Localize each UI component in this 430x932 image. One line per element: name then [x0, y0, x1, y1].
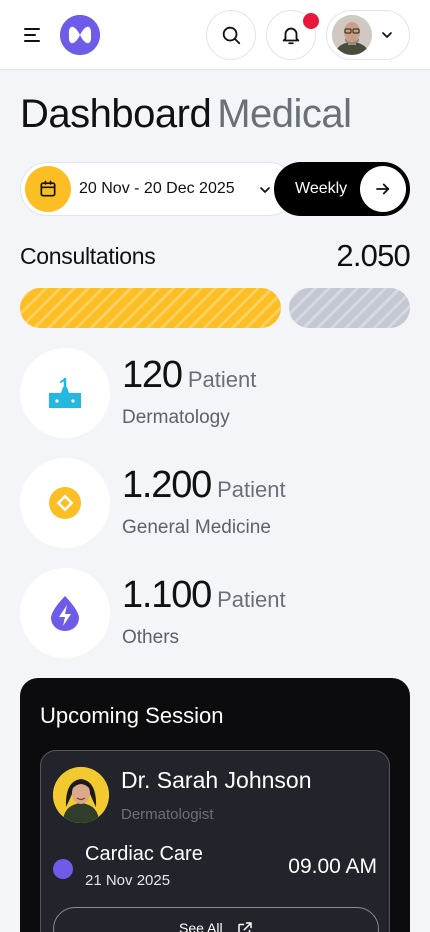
bell-icon [282, 27, 300, 45]
hamburger-menu-icon[interactable] [22, 24, 42, 44]
stat-value-number: 1.200 [122, 464, 212, 506]
date-range-label: 20 Nov - 20 Dec 2025 [79, 180, 235, 197]
profile-menu[interactable] [326, 10, 410, 60]
period-label: Weekly [295, 180, 348, 197]
stat-general-medicine[interactable]: 1.200 Patient General Medicine [20, 458, 410, 548]
period-selector[interactable]: Weekly [274, 162, 410, 216]
page-title-primary: Dashboard [20, 92, 212, 136]
lightning-drop-icon [20, 568, 110, 658]
notification-badge [301, 11, 321, 31]
stat-dermatology[interactable]: 120 Patient Dermatology [20, 348, 410, 438]
upcoming-session-title: Upcoming Session [40, 703, 224, 728]
skin-care-icon [20, 348, 110, 438]
stat-value-number: 120 [122, 354, 183, 396]
notification-button[interactable] [266, 10, 321, 60]
see-all-label: See All [179, 920, 223, 932]
page-title: Dashboard Medical [20, 92, 352, 137]
search-icon [222, 26, 241, 45]
page-title-secondary: Medical [217, 92, 352, 136]
progress-fill [20, 288, 281, 328]
consultations-value: 2.050 [336, 238, 410, 273]
upcoming-session-panel: Upcoming Session Dr. Sarah Johnson Derma… [20, 678, 410, 932]
consultations-progress-bar [20, 288, 410, 328]
consultations-label: Consultations [20, 243, 156, 269]
session-status-dot [53, 859, 73, 879]
calendar-icon [25, 166, 71, 212]
doctor-name: Dr. Sarah Johnson [121, 767, 312, 793]
stat-unit: Patient [217, 587, 286, 612]
diamond-badge-icon [20, 458, 110, 548]
stat-name: Others [122, 627, 180, 648]
stat-name: Dermatology [122, 407, 230, 428]
progress-remaining [289, 288, 410, 328]
session-time: 09.00 AM [288, 855, 377, 878]
app-logo-icon[interactable] [60, 15, 100, 55]
doctor-avatar [53, 767, 109, 823]
session-card[interactable]: Dr. Sarah Johnson Dermatologist Cardiac … [40, 750, 390, 932]
stat-name: General Medicine [122, 517, 271, 538]
avatar [332, 15, 372, 55]
doctor-specialty: Dermatologist [121, 806, 214, 823]
stat-others[interactable]: 1.100 Patient Others [20, 568, 410, 658]
stat-value: 1.200 Patient [122, 464, 286, 507]
session-date: 21 Nov 2025 [85, 872, 171, 889]
chevron-down-icon [260, 187, 270, 193]
date-range-selector[interactable]: 20 Nov - 20 Dec 2025 [20, 162, 296, 216]
stat-unit: Patient [217, 477, 286, 502]
stat-unit: Patient [187, 367, 257, 392]
see-all-button[interactable]: See All [53, 907, 379, 932]
chevron-down-icon [382, 32, 392, 38]
external-link-icon [238, 922, 252, 932]
stat-value: 1.100 Patient [122, 574, 286, 617]
session-name: Cardiac Care [85, 843, 203, 865]
top-bar [0, 0, 430, 70]
arrow-right-icon[interactable] [360, 166, 406, 212]
stat-value: 120 Patient [122, 354, 256, 397]
stat-value-number: 1.100 [122, 574, 212, 616]
search-button[interactable] [206, 10, 256, 60]
